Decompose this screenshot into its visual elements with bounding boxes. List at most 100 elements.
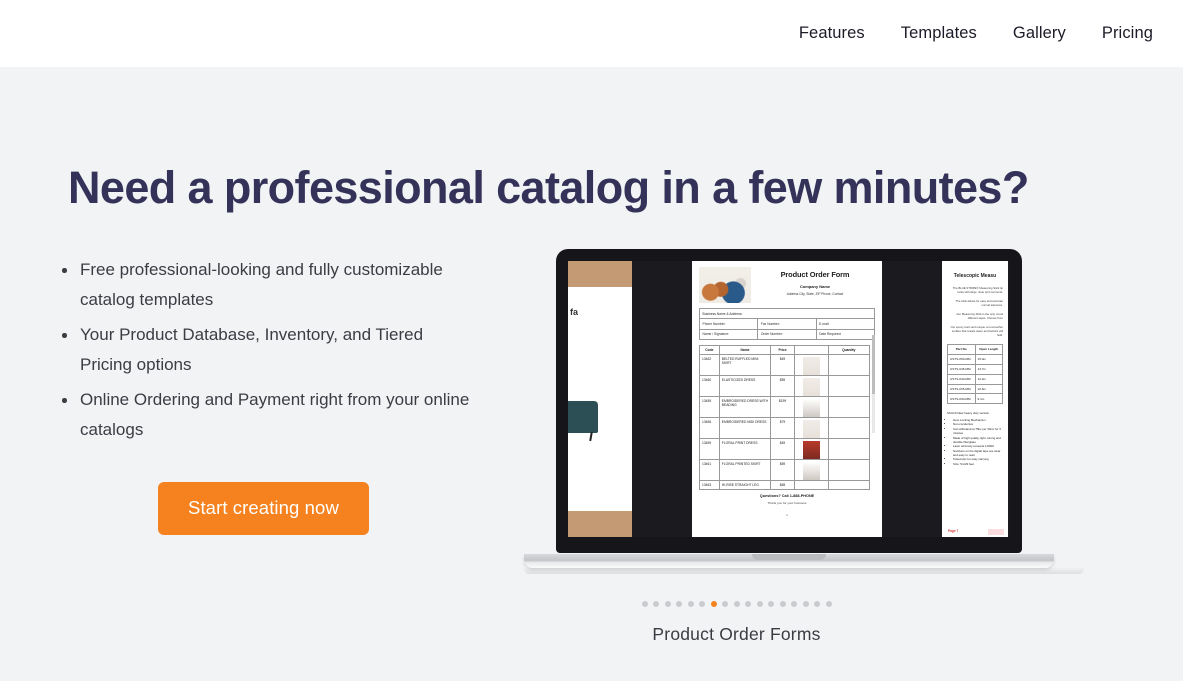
field-email: E-mail:: [819, 321, 830, 326]
carousel-dot[interactable]: [756, 601, 763, 607]
carousel-slide-previous[interactable]: fa: [568, 261, 632, 538]
cell-code: 13460: [700, 375, 720, 396]
cell-quantity[interactable]: [829, 376, 870, 396]
carousel-dot[interactable]: [653, 601, 659, 607]
document-footer: Questions? Call 1-888-PHONE Thank you fo…: [699, 494, 875, 505]
document2-title: Telescopic Measu: [953, 273, 997, 280]
document-page-number: 1: [786, 513, 788, 518]
cell-name: HI-RISE STRAIGHT LEG: [720, 480, 772, 489]
sofa-image: [568, 401, 598, 434]
carousel-dot[interactable]: [733, 601, 740, 607]
nav-item-features[interactable]: Features: [781, 18, 883, 49]
carousel-dot[interactable]: [676, 601, 682, 607]
document-scrollbar[interactable]: [872, 335, 875, 434]
field-row: Business Name & Address:: [700, 309, 874, 320]
cell-price: $49: [771, 354, 795, 375]
carousel-dot[interactable]: [768, 601, 774, 607]
product-thumbnail: [802, 377, 820, 396]
carousel-dots[interactable]: [290, 601, 1183, 607]
cell-quantity[interactable]: [829, 418, 870, 438]
carousel-dot[interactable]: [699, 601, 705, 607]
field-order-number: Order Number:: [758, 329, 817, 339]
column-header-name: Name: [720, 345, 772, 354]
product-thumbnail: [802, 440, 820, 459]
carousel-dot[interactable]: [664, 601, 671, 607]
column-header-price: Price: [771, 345, 795, 354]
carousel-slide-active[interactable]: Product Order Form Company Name Address …: [692, 261, 882, 538]
carousel-meta: Product Order Forms: [0, 601, 1183, 645]
carousel-dot[interactable]: [745, 601, 751, 607]
cell-code: 13462: [700, 354, 720, 375]
nav-item-gallery[interactable]: Gallery: [995, 18, 1084, 49]
list-item: Made of high quality, light, strong and …: [953, 436, 1003, 445]
cell-open-length: 10.6m: [977, 386, 987, 391]
cell-name: FLORAL PRINT DRESS: [720, 438, 772, 459]
laptop-lid: fa Product Order Form Company Name Addre…: [556, 249, 1022, 554]
cell-quantity[interactable]: [829, 439, 870, 459]
thanks-line: Thank you for your business: [767, 501, 807, 506]
document2-badge: [988, 529, 1004, 536]
cell-price: $59: [771, 459, 795, 480]
start-creating-button[interactable]: Start creating now: [158, 482, 369, 536]
carousel-dot[interactable]: [825, 601, 832, 607]
list-item: Online Ordering and Payment right from y…: [52, 385, 472, 445]
list-item: Numbers on the digital tape are clear an…: [953, 449, 1003, 458]
table-row: 13459 FLORAL PRINT DRESS $49: [700, 438, 870, 460]
carousel-dot[interactable]: [814, 601, 820, 607]
field-date-required: Date Required:: [819, 331, 842, 336]
page-title: Need a professional catalog in a few min…: [68, 162, 1029, 213]
table-row: USTS-045-MM 13.7m: [948, 364, 1002, 375]
list-item: Can withstand at 75kv per 30cm for 3 min…: [953, 427, 1003, 436]
carousel-dot[interactable]: [687, 601, 694, 607]
carousel-dot[interactable]: [722, 601, 728, 607]
cell-code: 13463: [700, 480, 720, 489]
carousel-dot[interactable]: [791, 601, 797, 607]
nav-item-pricing[interactable]: Pricing: [1084, 18, 1153, 49]
table-row: 13461 FLORAL PRINTED SKIRT $59: [700, 459, 870, 481]
cell-quantity[interactable]: [829, 460, 870, 480]
document2-paragraph: The stick allows for easy and accurate n…: [955, 298, 1003, 307]
document2-page-label: Page 7: [948, 528, 959, 533]
sku-note: SKU10 New heavy duty version: [947, 411, 990, 416]
carousel-dot[interactable]: [802, 601, 809, 607]
carousel-dot[interactable]: [779, 601, 786, 607]
cell-open-length: 15.0m: [977, 357, 987, 362]
cell-thumbnail: [795, 354, 829, 375]
document2-paragraph: Our Measuring Stick is the only round di…: [956, 311, 1003, 320]
scrollbar-thumb[interactable]: [872, 335, 875, 395]
table-row: 13456 EMBROIDERED MIDI DRESS $79: [700, 417, 870, 439]
field-fax-number: Fax Number:: [758, 319, 817, 329]
cell-code: 13459: [700, 438, 720, 459]
cell-part-no: USTS-040-MM: [948, 374, 976, 384]
cell-part-no: USTS-030-MM: [948, 394, 976, 404]
cell-quantity[interactable]: [829, 397, 870, 417]
cell-quantity[interactable]: [829, 481, 870, 489]
part-number-table: Part No Open Length USTS-050-MM 15.0m US…: [947, 344, 1003, 405]
carousel-slide-next[interactable]: Telescopic Measu The BLUE STRIPE® Measur…: [942, 261, 1008, 538]
cell-quantity[interactable]: [829, 355, 870, 375]
carousel-caption: Product Order Forms: [652, 624, 821, 644]
cell-code: 13461: [700, 459, 720, 480]
field-name-signature: Name / Signature:: [700, 329, 759, 339]
carousel-dot[interactable]: [710, 601, 717, 607]
table-row: 13460 ELASTICIZED DRESS $59: [700, 375, 870, 397]
cell-code: 13456: [700, 417, 720, 438]
table-row: 13463 HI-RISE STRAIGHT LEG $65: [700, 480, 870, 489]
table-header-row: Part No Open Length: [948, 345, 1002, 355]
slide-band-top: [568, 261, 632, 288]
cell-part-no: USTS-035-MM: [948, 384, 976, 394]
column-header-quantity: Quantity: [842, 347, 856, 352]
laptop-screen: fa Product Order Form Company Name Addre…: [568, 261, 1010, 538]
list-item: Free professional-looking and fully cust…: [52, 255, 472, 315]
laptop-base: [524, 554, 1054, 569]
hero-section: Need a professional catalog in a few min…: [0, 67, 1183, 681]
table-header-row: Code Name Price Quantity: [700, 345, 869, 355]
carousel-dot[interactable]: [641, 601, 648, 607]
document-header: Product Order Form Company Name Address …: [699, 267, 875, 304]
hero-left-column: Free professional-looking and fully cust…: [0, 255, 520, 536]
document2-paragraph: The BLUE STRIPE® Measuring Stick tip loc…: [952, 285, 1003, 294]
nav-item-templates[interactable]: Templates: [883, 18, 995, 49]
table-row: 13455 EMBROIDERED DRESS WITH BEADING $19…: [700, 396, 870, 418]
cell-part-no: USTS-045-MM: [948, 364, 976, 374]
cell-price: $49: [771, 438, 795, 459]
